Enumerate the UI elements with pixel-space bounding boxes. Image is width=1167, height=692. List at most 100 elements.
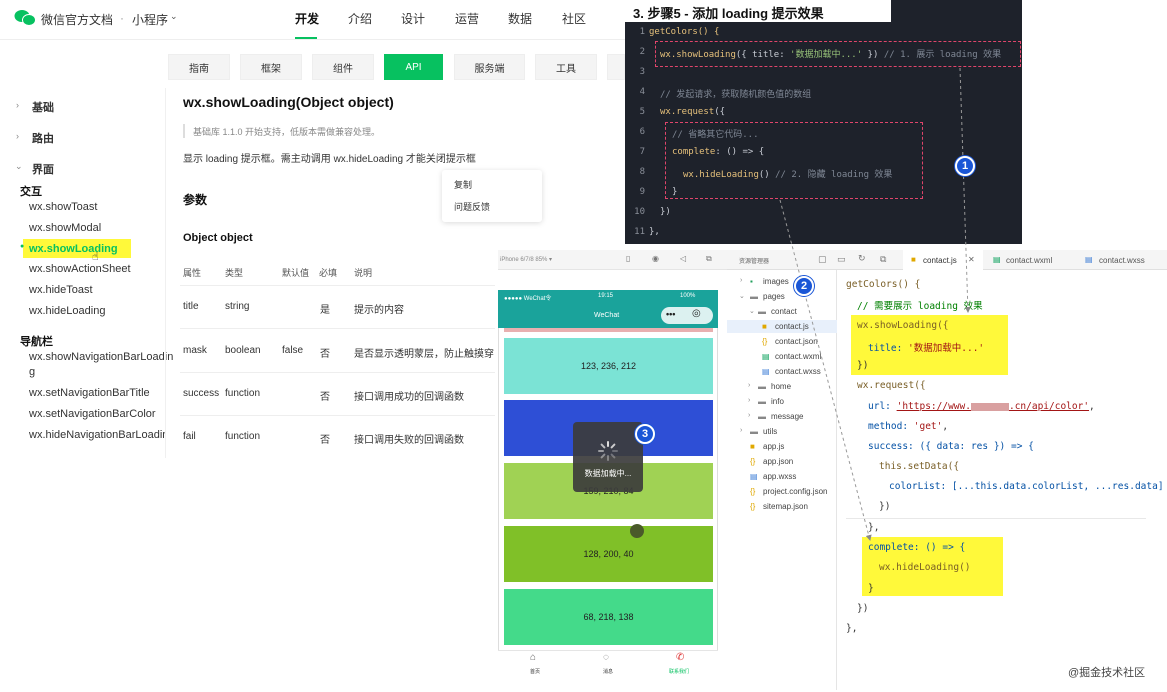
- sidebar-item[interactable]: wx.hideLoading: [29, 305, 105, 317]
- tree-item[interactable]: contact.wxml: [775, 352, 821, 361]
- tab-more[interactable]: [607, 54, 625, 80]
- code-line: // 省略其它代码...: [672, 130, 759, 140]
- tree-item[interactable]: contact.wxss: [775, 367, 821, 376]
- new-folder-icon[interactable]: ▭: [837, 254, 846, 265]
- nav-dev[interactable]: 开发: [295, 10, 319, 27]
- device-select[interactable]: iPhone 6/7/8 85% ▾: [500, 256, 552, 263]
- chevron-down-icon[interactable]: ⌄: [749, 307, 755, 315]
- editor-line: }): [857, 360, 869, 371]
- sidebar-item[interactable]: wx.hideNavigationBarLoading: [29, 429, 165, 441]
- refresh-icon[interactable]: ↻: [858, 253, 866, 264]
- collapse-icon[interactable]: ⧉: [880, 254, 886, 265]
- sidebar-item-wrap[interactable]: g: [29, 366, 35, 378]
- sidebar-item[interactable]: wx.showActionSheet: [29, 263, 131, 275]
- record-icon[interactable]: ◉: [652, 254, 659, 263]
- home-icon[interactable]: ⌂: [530, 652, 536, 663]
- tree-item[interactable]: app.js: [763, 442, 784, 451]
- tree-item[interactable]: message: [771, 412, 803, 421]
- sidebar-item[interactable]: wx.showModal: [29, 222, 101, 234]
- table-cell: boolean: [225, 345, 261, 356]
- chevron-down-icon[interactable]: ⌄: [15, 161, 23, 172]
- sidebar-section-basic[interactable]: 基础: [32, 99, 54, 115]
- editor-line: }): [879, 501, 891, 512]
- chevron-right-icon[interactable]: ›: [748, 382, 750, 389]
- sidebar-item[interactable]: wx.hideToast: [29, 284, 93, 296]
- phone-icon[interactable]: ▯: [626, 254, 630, 263]
- chevron-right-icon[interactable]: ›: [16, 100, 19, 110]
- editor-line: url: 'https://www. .cn/api/color',: [868, 401, 1095, 412]
- editor-tab-label[interactable]: contact.wxml: [1006, 256, 1052, 265]
- tree-item[interactable]: utils: [763, 427, 777, 436]
- tab-contact[interactable]: 联系我们: [669, 668, 689, 675]
- nav-ops[interactable]: 运营: [455, 10, 479, 27]
- chevron-right-icon[interactable]: ›: [740, 277, 742, 284]
- step-badge: 3: [635, 424, 655, 444]
- tab-tools[interactable]: 工具: [535, 54, 597, 80]
- mini-program-dropdown[interactable]: 小程序: [132, 11, 168, 28]
- chevron-right-icon[interactable]: ›: [16, 131, 19, 141]
- editor-tab-label[interactable]: contact.js: [923, 256, 957, 265]
- tree-item[interactable]: contact.js: [775, 322, 809, 331]
- tab-api[interactable]: API: [384, 54, 443, 80]
- code-line: }: [672, 187, 678, 197]
- chevron-right-icon[interactable]: ›: [748, 412, 750, 419]
- sidebar-item[interactable]: wx.showToast: [29, 201, 97, 213]
- close-icon[interactable]: ✕: [968, 255, 975, 264]
- line-number: 4: [639, 87, 645, 97]
- chevron-right-icon[interactable]: ›: [740, 427, 742, 434]
- tree-item[interactable]: app.json: [763, 457, 793, 466]
- status-carrier: ●●●●● WeChat令: [504, 296, 552, 302]
- new-file-icon[interactable]: ▢: [818, 254, 827, 265]
- window-icon[interactable]: ⧉: [706, 254, 712, 264]
- color-card: 128, 200, 40: [504, 526, 713, 582]
- tree-item[interactable]: contact: [771, 307, 797, 316]
- editor-tab-label[interactable]: contact.wxss: [1099, 256, 1145, 265]
- tab-home[interactable]: 首页: [530, 668, 540, 675]
- tab-guide[interactable]: 指南: [168, 54, 230, 80]
- message-icon[interactable]: ◌: [603, 652, 609, 663]
- nav-community[interactable]: 社区: [562, 10, 586, 27]
- editor-line: wx.hideLoading(): [879, 562, 971, 573]
- tab-message[interactable]: 消息: [603, 668, 613, 675]
- sidebar-item-active[interactable]: wx.showLoading: [29, 243, 118, 255]
- phone-call-icon[interactable]: ✆: [676, 652, 684, 663]
- nav-intro[interactable]: 介绍: [348, 10, 372, 27]
- tree-item[interactable]: info: [771, 397, 784, 406]
- volume-icon[interactable]: ◁: [680, 254, 686, 263]
- tree-item[interactable]: pages: [763, 292, 785, 301]
- tab-component[interactable]: 组件: [312, 54, 374, 80]
- sidebar-section-ui[interactable]: 界面: [32, 161, 54, 177]
- nav-data[interactable]: 数据: [508, 10, 532, 27]
- chevron-down-icon[interactable]: ⌄: [170, 11, 178, 22]
- tree-item[interactable]: app.wxss: [763, 472, 796, 481]
- editor-line: complete: () => {: [868, 542, 966, 553]
- tree-item[interactable]: project.config.json: [763, 487, 827, 496]
- close-circle-icon[interactable]: ◎: [692, 308, 701, 319]
- site-title[interactable]: 微信官方文档: [41, 11, 113, 28]
- code-line: // 发起请求，获取随机颜色值的数组: [660, 90, 812, 100]
- sidebar-item[interactable]: wx.setNavigationBarTitle: [29, 387, 150, 399]
- divider: [180, 372, 495, 373]
- sidebar-section-route[interactable]: 路由: [32, 130, 54, 146]
- table-cell: 否: [320, 349, 330, 360]
- line-number: 7: [639, 147, 645, 157]
- menu-item-copy[interactable]: 复制: [454, 178, 472, 191]
- toast-text: 数据加载中...: [584, 469, 632, 478]
- tree-item[interactable]: contact.json: [775, 337, 818, 346]
- tree-item[interactable]: home: [771, 382, 791, 391]
- tab-framework[interactable]: 框架: [240, 54, 302, 80]
- chevron-down-icon[interactable]: ⌄: [739, 292, 745, 300]
- tab-server[interactable]: 服务端: [454, 54, 525, 80]
- tree-item[interactable]: sitemap.json: [763, 502, 808, 511]
- sidebar-item[interactable]: wx.setNavigationBarColor: [29, 408, 156, 420]
- page-title: wx.showLoading(Object object): [183, 94, 394, 110]
- menu-item-feedback[interactable]: 问题反馈: [454, 200, 490, 213]
- sidebar-item[interactable]: wx.showNavigationBarLoadin: [29, 351, 173, 363]
- tree-item[interactable]: images: [763, 277, 789, 286]
- line-number: 11: [634, 227, 645, 237]
- nav-design[interactable]: 设计: [401, 10, 425, 27]
- more-icon[interactable]: •••: [666, 309, 675, 319]
- chevron-right-icon[interactable]: ›: [748, 397, 750, 404]
- folder-icon: ▬: [758, 397, 766, 406]
- image-folder-icon: ▪: [750, 277, 753, 286]
